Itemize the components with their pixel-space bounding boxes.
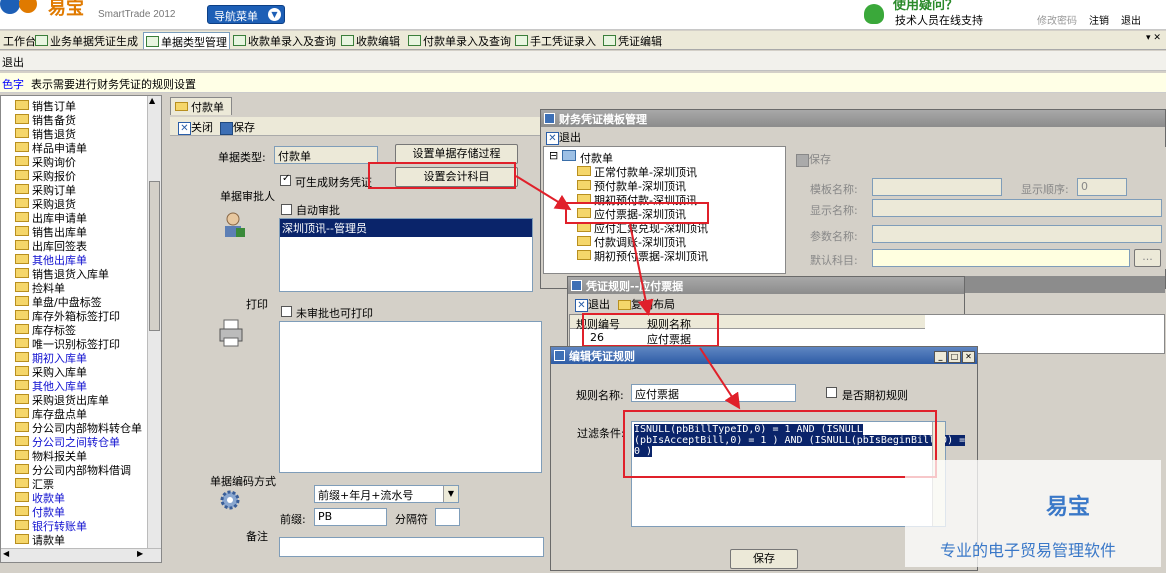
arrow (699, 347, 741, 410)
annotation-arrows (515, 175, 741, 410)
arrow (629, 223, 654, 316)
arrow (515, 175, 572, 211)
